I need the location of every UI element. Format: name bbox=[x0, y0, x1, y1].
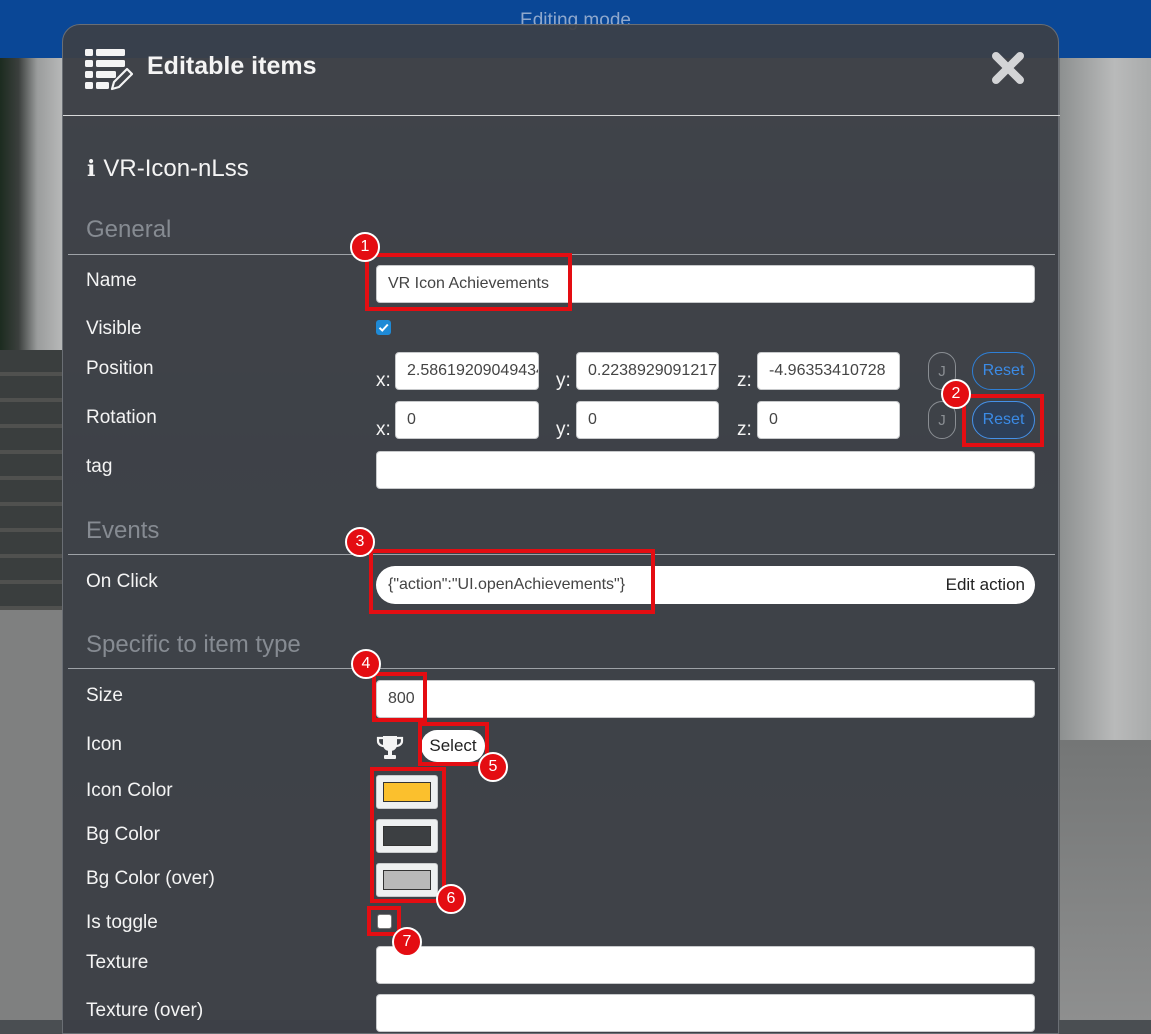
rotation-x-axis: x: bbox=[376, 419, 391, 440]
position-y-axis: y: bbox=[556, 370, 571, 391]
highlight-box-2 bbox=[962, 394, 1044, 447]
annotation-badge-4: 4 bbox=[351, 649, 381, 679]
check-icon bbox=[378, 323, 389, 332]
section-specific: Specific to item type bbox=[86, 631, 301, 658]
annotation-badge-5: 5 bbox=[478, 752, 508, 782]
item-name: VR-Icon-nLss bbox=[103, 155, 249, 182]
scene-left-floor bbox=[0, 610, 62, 1020]
info-icon: i bbox=[87, 156, 96, 182]
close-icon[interactable] bbox=[991, 51, 1025, 85]
item-heading: i VR-Icon-nLss bbox=[87, 155, 249, 183]
icon-color-label: Icon Color bbox=[86, 780, 173, 801]
size-input[interactable]: 800 bbox=[376, 680, 1035, 718]
size-label: Size bbox=[86, 685, 123, 706]
name-label: Name bbox=[86, 270, 137, 291]
trophy-icon bbox=[376, 736, 404, 759]
rotation-x-input[interactable]: 0 bbox=[395, 401, 539, 439]
onclick-label: On Click bbox=[86, 571, 158, 592]
visible-checkbox[interactable] bbox=[376, 320, 391, 335]
position-x-input[interactable]: 2.58619209049434 bbox=[395, 352, 539, 390]
visible-label: Visible bbox=[86, 318, 142, 339]
section-divider bbox=[68, 668, 1055, 669]
highlight-box-5 bbox=[418, 722, 489, 766]
dialog-title: Editable items bbox=[147, 52, 317, 80]
annotation-badge-3: 3 bbox=[345, 527, 375, 557]
position-x-axis: x: bbox=[376, 370, 391, 391]
position-y-input[interactable]: 0.22389290912171 bbox=[576, 352, 719, 390]
rotation-y-axis: y: bbox=[556, 419, 571, 440]
annotation-badge-7: 7 bbox=[392, 927, 422, 957]
section-general: General bbox=[86, 216, 172, 243]
highlight-box-4 bbox=[372, 672, 427, 722]
annotation-badge-2: 2 bbox=[941, 379, 971, 409]
header-divider bbox=[63, 115, 1060, 116]
rotation-z-axis: z: bbox=[737, 419, 752, 440]
position-label: Position bbox=[86, 358, 154, 379]
rotation-z-input[interactable]: 0 bbox=[757, 401, 900, 439]
bg-color-over-label: Bg Color (over) bbox=[86, 868, 215, 889]
annotation-badge-6: 6 bbox=[436, 884, 466, 914]
edit-action-button[interactable]: Edit action bbox=[946, 575, 1025, 595]
highlight-box-3 bbox=[369, 549, 655, 614]
texture-input[interactable] bbox=[376, 946, 1035, 984]
rotation-label: Rotation bbox=[86, 407, 157, 428]
position-z-input[interactable]: -4.96353410728 bbox=[757, 352, 900, 390]
scene-right-floor bbox=[1060, 740, 1151, 1020]
scene-right-wall bbox=[1060, 58, 1151, 748]
editable-items-dialog: Editable items i VR-Icon-nLss General Nam… bbox=[62, 24, 1060, 1034]
scene-stairs bbox=[0, 350, 62, 610]
highlight-box-1 bbox=[365, 253, 572, 311]
section-events: Events bbox=[86, 517, 160, 544]
list-edit-icon bbox=[85, 49, 133, 91]
bg-color-label: Bg Color bbox=[86, 824, 160, 845]
rotation-y-input[interactable]: 0 bbox=[576, 401, 719, 439]
highlight-box-6 bbox=[370, 767, 446, 903]
texture-over-label: Texture (over) bbox=[86, 1000, 204, 1021]
position-reset-button[interactable]: Reset bbox=[972, 352, 1035, 390]
position-z-axis: z: bbox=[737, 370, 752, 391]
dialog-header: Editable items bbox=[63, 25, 1058, 115]
texture-label: Texture bbox=[86, 952, 149, 973]
icon-label: Icon bbox=[86, 734, 122, 755]
tag-label: tag bbox=[86, 456, 113, 477]
annotation-badge-1: 1 bbox=[350, 232, 380, 262]
texture-over-input[interactable] bbox=[376, 994, 1035, 1032]
tag-input[interactable] bbox=[376, 451, 1035, 489]
is-toggle-label: Is toggle bbox=[86, 912, 158, 933]
